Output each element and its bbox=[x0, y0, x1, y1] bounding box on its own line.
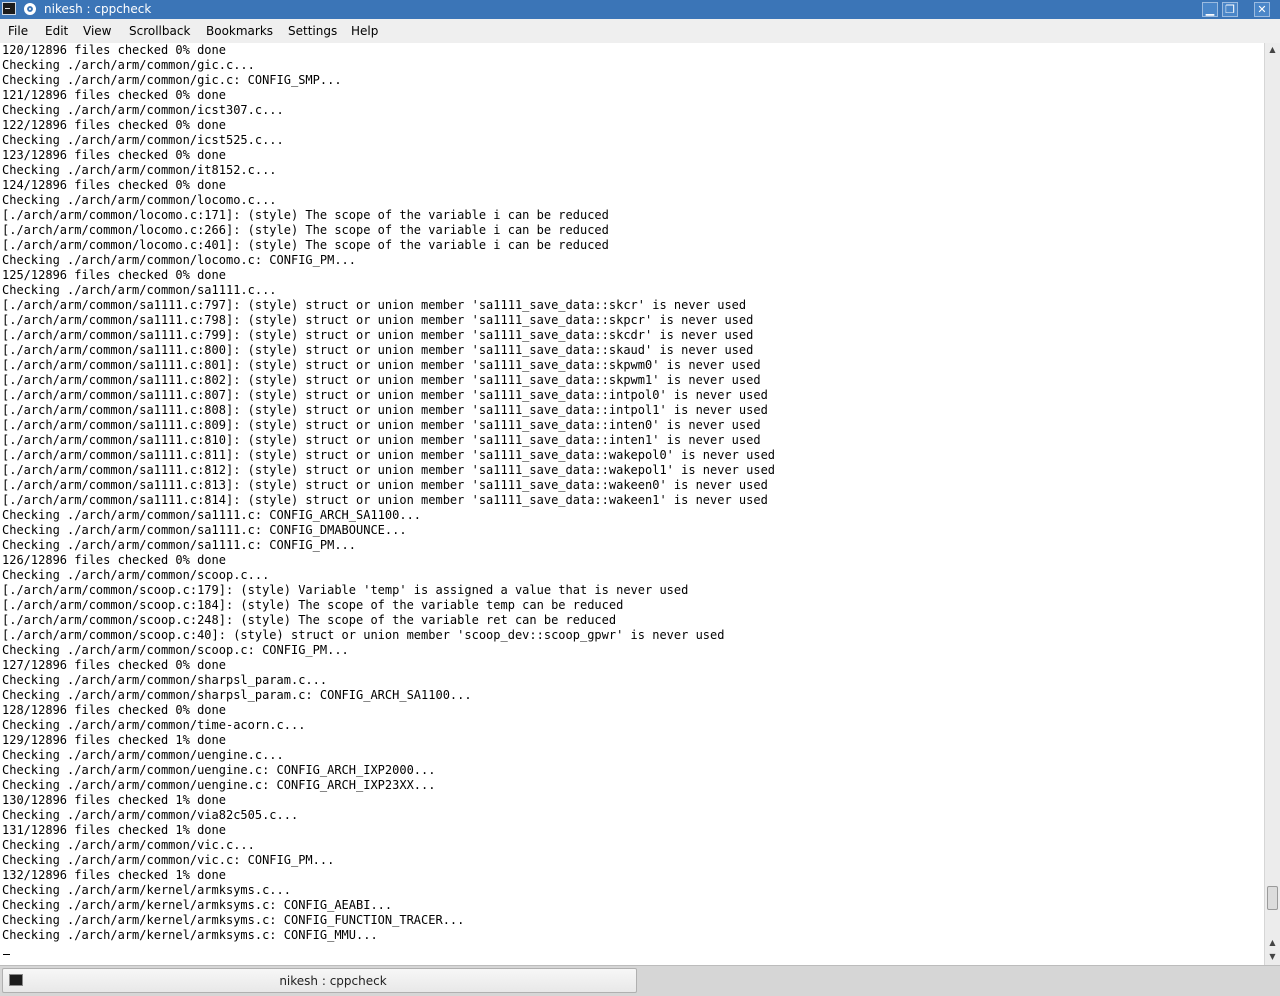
terminal-line: [./arch/arm/common/sa1111.c:810]: (style… bbox=[2, 433, 761, 447]
terminal-line: Checking ./arch/arm/common/uengine.c: CO… bbox=[2, 778, 436, 792]
terminal-line: [./arch/arm/common/locomo.c:401]: (style… bbox=[2, 238, 609, 252]
terminal-line: Checking ./arch/arm/common/via82c505.c..… bbox=[2, 808, 299, 822]
terminal-line: Checking ./arch/arm/common/vic.c: CONFIG… bbox=[2, 853, 335, 867]
terminal-line: Checking ./arch/arm/common/locomo.c: CON… bbox=[2, 253, 357, 267]
terminal-lines: 120/12896 files checked 0% done Checking … bbox=[2, 43, 775, 943]
menu-edit[interactable]: Edit bbox=[45, 23, 68, 39]
window-titlebar[interactable]: nikesh : cppcheck ▁ ❐ ✕ bbox=[0, 0, 1280, 19]
terminal-line: Checking ./arch/arm/common/locomo.c... bbox=[2, 193, 277, 207]
taskbar: nikesh : cppcheck bbox=[0, 965, 1280, 996]
menu-help[interactable]: Help bbox=[351, 23, 378, 39]
terminal-line: 122/12896 files checked 0% done bbox=[2, 118, 226, 132]
terminal-line: [./arch/arm/common/sa1111.c:801]: (style… bbox=[2, 358, 761, 372]
terminal-line: 127/12896 files checked 0% done bbox=[2, 658, 226, 672]
terminal-line: Checking ./arch/arm/common/sa1111.c... bbox=[2, 283, 277, 297]
terminal-line: Checking ./arch/arm/kernel/armksyms.c: C… bbox=[2, 928, 378, 942]
terminal-line: 128/12896 files checked 0% done bbox=[2, 703, 226, 717]
terminal-line: Checking ./arch/arm/common/sharpsl_param… bbox=[2, 673, 328, 687]
taskbar-item-label: nikesh : cppcheck bbox=[279, 974, 387, 988]
terminal-line: 125/12896 files checked 0% done bbox=[2, 268, 226, 282]
scroll-down-arrow-icon[interactable]: ▼ bbox=[1265, 950, 1280, 964]
text-cursor bbox=[3, 954, 10, 955]
terminal-line: [./arch/arm/common/sa1111.c:799]: (style… bbox=[2, 328, 754, 342]
terminal-line: Checking ./arch/arm/common/gic.c... bbox=[2, 58, 255, 72]
terminal-line: Checking ./arch/arm/common/sa1111.c: CON… bbox=[2, 523, 407, 537]
scroll-up-arrow-icon[interactable]: ▲ bbox=[1265, 936, 1280, 950]
terminal-line: 130/12896 files checked 1% done bbox=[2, 793, 226, 807]
terminal-line: [./arch/arm/common/scoop.c:248]: (style)… bbox=[2, 613, 617, 627]
terminal-line: Checking ./arch/arm/common/uengine.c: CO… bbox=[2, 763, 436, 777]
terminal-line: Checking ./arch/arm/kernel/armksyms.c... bbox=[2, 883, 291, 897]
terminal-icon[interactable] bbox=[2, 2, 16, 15]
terminal-line: [./arch/arm/common/scoop.c:184]: (style)… bbox=[2, 598, 624, 612]
window-title: nikesh : cppcheck bbox=[44, 2, 152, 16]
maximize-icon: ❐ bbox=[1225, 3, 1235, 16]
terminal-line: 124/12896 files checked 0% done bbox=[2, 178, 226, 192]
terminal-line: 123/12896 files checked 0% done bbox=[2, 148, 226, 162]
terminal-output[interactable]: 120/12896 files checked 0% done Checking … bbox=[0, 43, 1264, 965]
menu-scrollback[interactable]: Scrollback bbox=[129, 23, 190, 39]
terminal-line: 120/12896 files checked 0% done bbox=[2, 43, 226, 57]
taskbar-item[interactable]: nikesh : cppcheck bbox=[2, 968, 637, 993]
terminal-line: Checking ./arch/arm/kernel/armksyms.c: C… bbox=[2, 913, 465, 927]
terminal-line: Checking ./arch/arm/common/it8152.c... bbox=[2, 163, 277, 177]
terminal-line: 131/12896 files checked 1% done bbox=[2, 823, 226, 837]
terminal-line: [./arch/arm/common/sa1111.c:808]: (style… bbox=[2, 403, 768, 417]
menu-bookmarks[interactable]: Bookmarks bbox=[206, 23, 273, 39]
menu-settings[interactable]: Settings bbox=[288, 23, 337, 39]
maximize-button[interactable]: ❐ bbox=[1222, 2, 1238, 17]
scrollbar-thumb[interactable] bbox=[1267, 886, 1278, 910]
terminal-line: [./arch/arm/common/scoop.c:179]: (style)… bbox=[2, 583, 689, 597]
minimize-icon: ▁ bbox=[1205, 3, 1215, 16]
terminal-line: [./arch/arm/common/scoop.c:40]: (style) … bbox=[2, 628, 725, 642]
terminal-line: 126/12896 files checked 0% done bbox=[2, 553, 226, 567]
pin-icon[interactable] bbox=[24, 3, 36, 15]
terminal-line: [./arch/arm/common/locomo.c:266]: (style… bbox=[2, 223, 609, 237]
terminal-line: 129/12896 files checked 1% done bbox=[2, 733, 226, 747]
terminal-line: Checking ./arch/arm/common/gic.c: CONFIG… bbox=[2, 73, 342, 87]
terminal-line: [./arch/arm/common/sa1111.c:809]: (style… bbox=[2, 418, 761, 432]
terminal-line: [./arch/arm/common/sa1111.c:813]: (style… bbox=[2, 478, 768, 492]
close-icon: ✕ bbox=[1257, 3, 1267, 16]
terminal-line: [./arch/arm/common/sa1111.c:797]: (style… bbox=[2, 298, 747, 312]
terminal-line: Checking ./arch/arm/common/sa1111.c: CON… bbox=[2, 508, 422, 522]
terminal-line: [./arch/arm/common/sa1111.c:802]: (style… bbox=[2, 373, 761, 387]
terminal-line: [./arch/arm/common/sa1111.c:814]: (style… bbox=[2, 493, 768, 507]
terminal-line: Checking ./arch/arm/common/scoop.c: CONF… bbox=[2, 643, 349, 657]
menu-file[interactable]: File bbox=[8, 23, 28, 39]
terminal-line: Checking ./arch/arm/common/time-acorn.c.… bbox=[2, 718, 306, 732]
terminal-line: Checking ./arch/arm/common/uengine.c... bbox=[2, 748, 284, 762]
vertical-scrollbar[interactable]: ▲ ▲ ▼ bbox=[1264, 43, 1280, 965]
terminal-line: [./arch/arm/common/sa1111.c:798]: (style… bbox=[2, 313, 754, 327]
terminal-line: [./arch/arm/common/sa1111.c:807]: (style… bbox=[2, 388, 768, 402]
terminal-line: [./arch/arm/common/sa1111.c:811]: (style… bbox=[2, 448, 776, 462]
terminal-line: Checking ./arch/arm/common/vic.c... bbox=[2, 838, 255, 852]
terminal-line: Checking ./arch/arm/kernel/armksyms.c: C… bbox=[2, 898, 393, 912]
minimize-button[interactable]: ▁ bbox=[1202, 2, 1218, 17]
menu-bar: File Edit View Scrollback Bookmarks Sett… bbox=[0, 19, 1280, 43]
terminal-line: [./arch/arm/common/sa1111.c:800]: (style… bbox=[2, 343, 754, 357]
terminal-line: Checking ./arch/arm/common/sharpsl_param… bbox=[2, 688, 472, 702]
terminal-line: 121/12896 files checked 0% done bbox=[2, 88, 226, 102]
terminal-line: [./arch/arm/common/locomo.c:171]: (style… bbox=[2, 208, 609, 222]
terminal-line: [./arch/arm/common/sa1111.c:812]: (style… bbox=[2, 463, 776, 477]
scroll-up-arrow-icon[interactable]: ▲ bbox=[1265, 43, 1280, 57]
close-button[interactable]: ✕ bbox=[1254, 2, 1270, 17]
menu-view[interactable]: View bbox=[83, 23, 111, 39]
terminal-line: Checking ./arch/arm/common/scoop.c... bbox=[2, 568, 270, 582]
terminal-line: Checking ./arch/arm/common/icst525.c... bbox=[2, 133, 284, 147]
terminal-line: Checking ./arch/arm/common/icst307.c... bbox=[2, 103, 284, 117]
terminal-line: Checking ./arch/arm/common/sa1111.c: CON… bbox=[2, 538, 357, 552]
terminal-line: 132/12896 files checked 1% done bbox=[2, 868, 226, 882]
